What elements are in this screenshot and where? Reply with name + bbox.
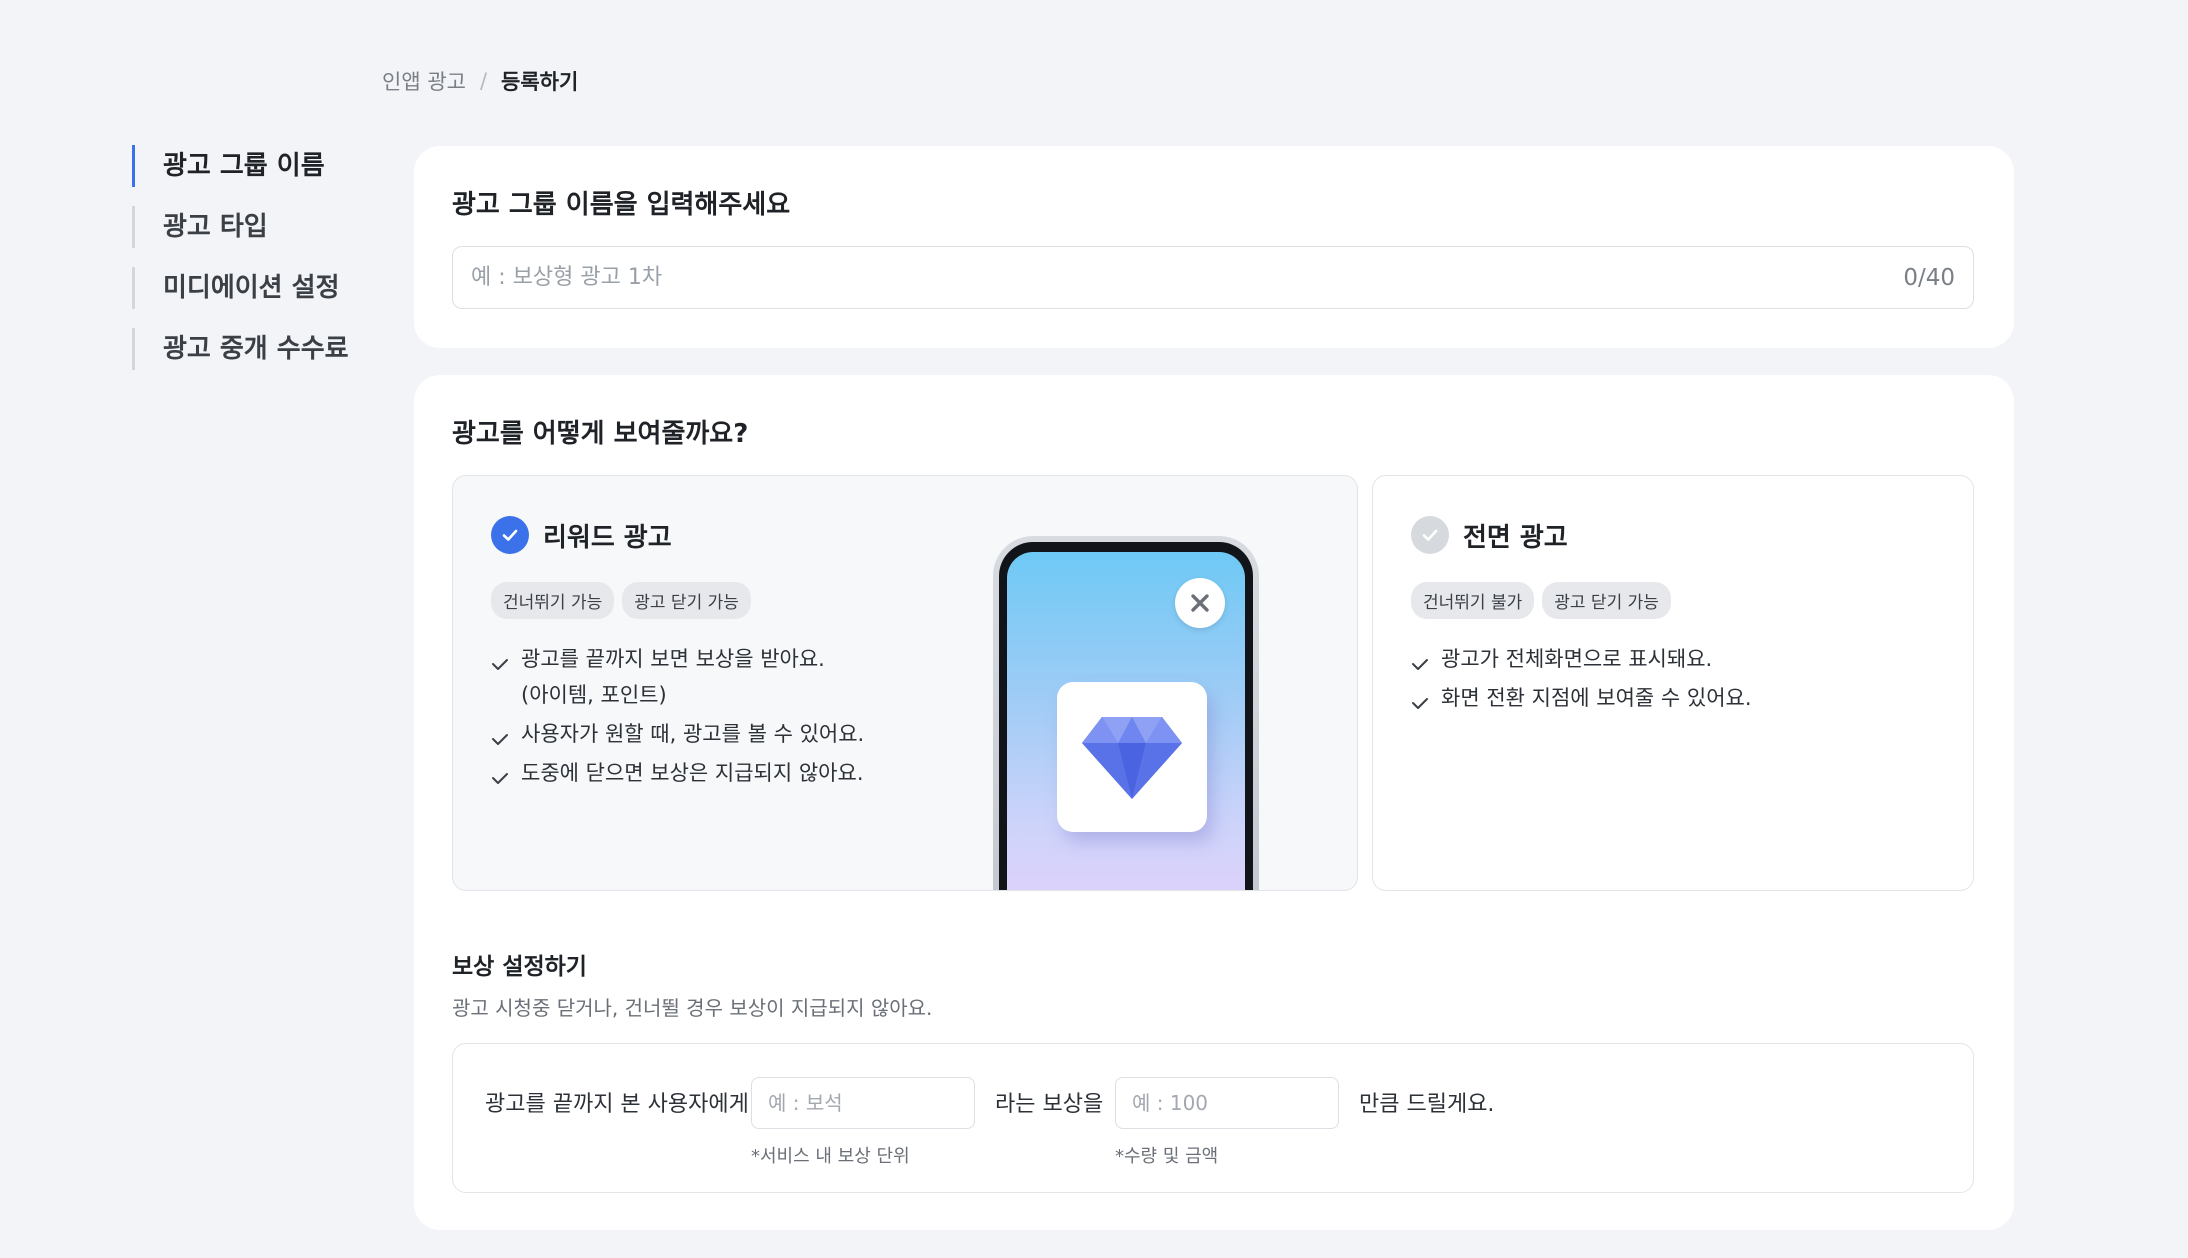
check-circle-icon	[1411, 516, 1449, 554]
check-icon	[1411, 688, 1429, 724]
reward-settings-description: 광고 시청중 닫거나, 건너뛸 경우 보상이 지급되지 않아요.	[452, 996, 933, 1020]
ad-group-name-field[interactable]: 0/40	[452, 246, 1974, 309]
tag-not-skippable: 건너뛰기 불가	[1411, 582, 1535, 619]
nav-item-ad-type[interactable]: 광고 타입	[132, 206, 392, 248]
tag-closable: 광고 닫기 가능	[622, 582, 751, 619]
check-icon	[491, 763, 509, 799]
bullet-text: 사용자가 원할 때, 광고를 볼 수 있어요.	[521, 722, 865, 746]
bullet-text: 광고가 전체화면으로 표시돼요.	[1441, 647, 1713, 671]
reward-settings-title: 보상 설정하기	[452, 954, 587, 980]
ad-type-title: 광고를 어떻게 보여줄까요?	[452, 419, 749, 449]
nav-item-mediation[interactable]: 미디에이션 설정	[132, 267, 392, 309]
ad-group-name-card: 광고 그룹 이름을 입력해주세요 0/40	[414, 146, 2014, 348]
option-reward-tags: 건너뛰기 가능 광고 닫기 가능	[491, 582, 751, 619]
option-interstitial-title: 전면 광고	[1463, 522, 1568, 553]
check-circle-icon	[491, 516, 529, 554]
bullet-text: 광고를 끝까지 보면 보상을 받아요.	[521, 647, 825, 671]
ad-type-card: 광고를 어떻게 보여줄까요? 리워드 광고 건너뛰기 가능 광고 닫기 가능 광…	[414, 375, 2014, 1230]
reward-name-hint: *서비스 내 보상 단위	[751, 1146, 910, 1167]
reward-amount-input[interactable]	[1115, 1077, 1339, 1129]
bullet-text: 화면 전환 지점에 보여줄 수 있어요.	[1441, 686, 1752, 710]
phone-illustration	[993, 536, 1259, 890]
bullet-item: 도중에 닫으면 보상은 지급되지 않아요.	[491, 755, 864, 791]
char-counter: 0/40	[1903, 264, 1955, 291]
option-interstitial-bullets: 광고가 전체화면으로 표시돼요. 화면 전환 지점에 보여줄 수 있어요.	[1411, 641, 1752, 719]
option-reward-header: 리워드 광고	[491, 516, 672, 554]
breadcrumb-separator: /	[479, 69, 488, 93]
reward-prefix-text: 광고를 끝까지 본 사용자에게	[485, 1092, 749, 1117]
reward-suffix-text: 만큼 드릴게요.	[1359, 1092, 1495, 1117]
diamond-icon	[1057, 682, 1207, 832]
tag-skippable: 건너뛰기 가능	[491, 582, 615, 619]
reward-middle-text: 라는 보상을	[995, 1092, 1104, 1117]
breadcrumb-parent[interactable]: 인앱 광고	[382, 66, 466, 96]
reward-settings-box: 광고를 끝까지 본 사용자에게 *서비스 내 보상 단위 라는 보상을 *수량 …	[452, 1043, 1974, 1193]
option-interstitial-tags: 건너뛰기 불가 광고 닫기 가능	[1411, 582, 1671, 619]
bullet-item: 광고를 끝까지 보면 보상을 받아요. (아이템, 포인트)	[491, 641, 864, 713]
nav-item-ad-group-name[interactable]: 광고 그룹 이름	[132, 145, 392, 187]
phone-screen	[1007, 552, 1245, 890]
ad-group-name-input[interactable]	[471, 265, 1904, 290]
section-nav: 광고 그룹 이름 광고 타입 미디에이션 설정 광고 중개 수수료	[132, 145, 392, 389]
bullet-subtext: (아이템, 포인트)	[521, 683, 667, 707]
breadcrumb-current: 등록하기	[501, 70, 579, 94]
tag-closable: 광고 닫기 가능	[1542, 582, 1671, 619]
ad-group-name-title: 광고 그룹 이름을 입력해주세요	[452, 190, 791, 220]
bullet-item: 사용자가 원할 때, 광고를 볼 수 있어요.	[491, 716, 864, 752]
bullet-text: 도중에 닫으면 보상은 지급되지 않아요.	[521, 761, 864, 785]
close-icon	[1175, 578, 1225, 628]
option-interstitial-ad[interactable]: 전면 광고 건너뛰기 불가 광고 닫기 가능 광고가 전체화면으로 표시돼요. …	[1372, 475, 1974, 891]
reward-amount-hint: *수량 및 금액	[1115, 1146, 1219, 1167]
bullet-item: 화면 전환 지점에 보여줄 수 있어요.	[1411, 680, 1752, 716]
check-icon	[491, 649, 509, 685]
option-reward-title: 리워드 광고	[543, 522, 672, 553]
option-reward-bullets: 광고를 끝까지 보면 보상을 받아요. (아이템, 포인트) 사용자가 원할 때…	[491, 641, 864, 794]
option-interstitial-header: 전면 광고	[1411, 516, 1568, 554]
bullet-item: 광고가 전체화면으로 표시돼요.	[1411, 641, 1752, 677]
option-reward-ad[interactable]: 리워드 광고 건너뛰기 가능 광고 닫기 가능 광고를 끝까지 보면 보상을 받…	[452, 475, 1358, 891]
reward-name-input[interactable]	[751, 1077, 975, 1129]
nav-item-commission[interactable]: 광고 중개 수수료	[132, 328, 392, 370]
breadcrumb: 인앱 광고 / 등록하기	[382, 66, 578, 96]
